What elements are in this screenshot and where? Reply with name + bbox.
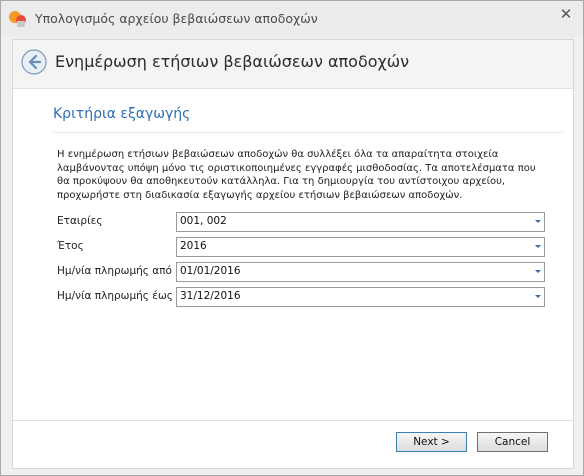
window-title: Υπολογισμός αρχείου βεβαιώσεων αποδοχών — [35, 11, 318, 26]
chevron-down-icon[interactable] — [535, 245, 541, 248]
description-text: Η ενημέρωση ετήσιων βεβαιώσεων αποδοχών … — [57, 149, 536, 201]
year-label: Έτος — [57, 240, 84, 252]
title-bar: Υπολογισμός αρχείου βεβαιώσεων αποδοχών … — [1, 1, 583, 37]
field-row-date-to: Ημ/νία πληρωμής έως 31/12/2016 — [57, 287, 557, 307]
section-divider — [53, 132, 563, 133]
page-title: Ενημέρωση ετήσιων βεβαιώσεων αποδοχών — [55, 52, 410, 71]
date-from-label: Ημ/νία πληρωμής από — [57, 265, 172, 277]
field-row-companies: Εταιρίες 001, 002 — [57, 212, 557, 232]
close-icon[interactable]: ✕ — [555, 5, 577, 23]
field-row-date-from: Ημ/νία πληρωμής από 01/01/2016 — [57, 262, 557, 282]
wizard-content: Ενημέρωση ετήσιων βεβαιώσεων αποδοχών Κρ… — [12, 39, 574, 469]
chevron-down-icon[interactable] — [535, 220, 541, 223]
field-row-year: Έτος 2016 — [57, 237, 557, 257]
footer-divider — [13, 420, 573, 421]
date-to-label: Ημ/νία πληρωμής έως — [57, 290, 173, 302]
year-dropdown[interactable]: 2016 — [176, 237, 545, 257]
criteria-panel: Κριτήρια εξαγωγής Η ενημέρωση ετήσιων βε… — [13, 98, 573, 414]
companies-value: 001, 002 — [180, 215, 227, 227]
app-icon — [9, 11, 26, 27]
cancel-button[interactable]: Cancel — [477, 432, 548, 452]
date-from-picker[interactable]: 01/01/2016 — [176, 262, 545, 282]
companies-dropdown[interactable]: 001, 002 — [176, 212, 545, 232]
dialog-window: Υπολογισμός αρχείου βεβαιώσεων αποδοχών … — [0, 0, 584, 476]
year-value: 2016 — [180, 240, 207, 252]
back-arrow-icon[interactable] — [21, 49, 47, 75]
wizard-header: Ενημέρωση ετήσιων βεβαιώσεων αποδοχών — [13, 40, 573, 89]
chevron-down-icon[interactable] — [535, 270, 541, 273]
companies-label: Εταιρίες — [57, 215, 103, 227]
date-to-picker[interactable]: 31/12/2016 — [176, 287, 545, 307]
section-title: Κριτήρια εξαγωγής — [53, 106, 191, 122]
date-to-value: 31/12/2016 — [180, 290, 241, 302]
next-button[interactable]: Next > — [396, 432, 467, 452]
chevron-down-icon[interactable] — [535, 295, 541, 298]
date-from-value: 01/01/2016 — [180, 265, 241, 277]
